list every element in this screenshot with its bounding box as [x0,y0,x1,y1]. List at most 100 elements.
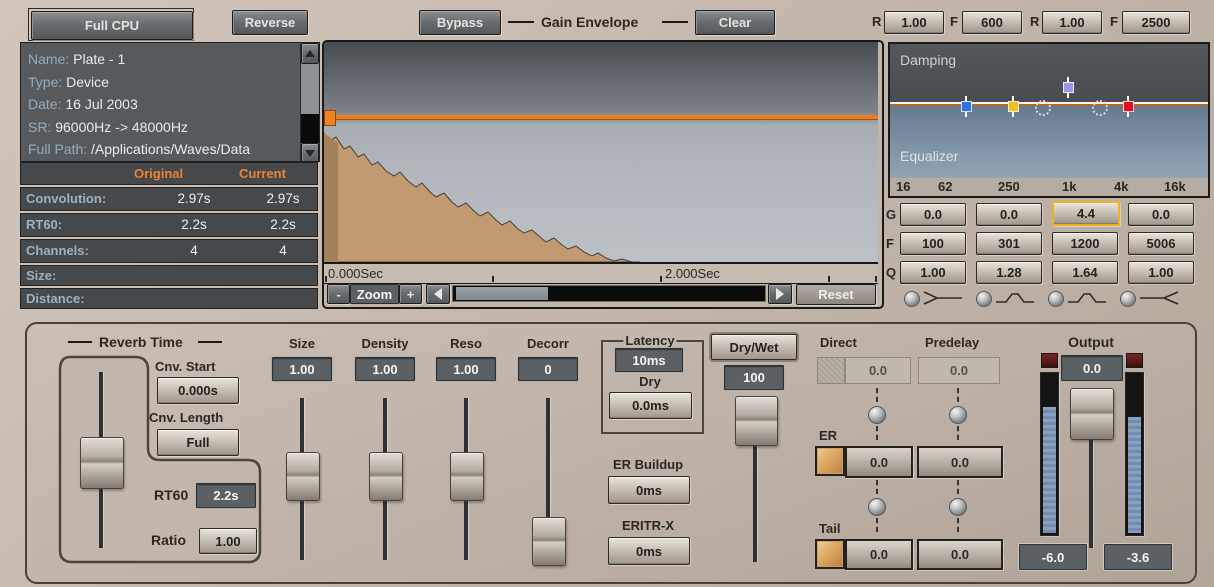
output-slider-handle[interactable] [1070,388,1114,440]
scroll-left-button[interactable] [426,284,450,304]
full-cpu-frame: Full CPU [28,8,194,41]
f2-field[interactable]: 2500 [1122,11,1190,34]
meter-left-readout[interactable]: -6.0 [1019,544,1087,570]
clip-led-left[interactable] [1041,353,1058,368]
dry-latency-button[interactable]: 0.0ms [609,392,692,419]
reset-button[interactable]: Reset [796,284,876,305]
dry-wet-slider-handle[interactable] [735,396,778,446]
waveform-scrollbar[interactable] [452,285,766,302]
eritrx-button[interactable]: 0ms [608,537,690,565]
eq-damping-marker[interactable] [1035,100,1051,116]
r-label-2: R [1030,14,1039,29]
eq-band-marker[interactable] [1123,101,1134,112]
band4-q[interactable]: 1.00 [1128,261,1194,284]
eq-band-marker[interactable] [1063,82,1074,93]
tail-predelay-field[interactable]: 0.0 [917,539,1003,570]
meter-right-readout[interactable]: -3.6 [1104,544,1172,570]
eq-band-marker[interactable] [1008,101,1019,112]
scroll-down-button[interactable] [301,143,319,162]
band2-type-button[interactable] [976,291,992,307]
band2-q[interactable]: 1.28 [976,261,1042,284]
direct-gain-field[interactable]: 0.0 [845,357,911,384]
tail-gain-field[interactable]: 0.0 [845,539,913,570]
er-tail-node[interactable] [868,498,886,516]
eq-damping-marker[interactable] [1092,100,1108,116]
decorr-slider-handle[interactable] [532,517,566,566]
ir-waveform [324,119,878,262]
decorr-display[interactable]: 0 [518,357,578,381]
q-row-label: Q [886,265,896,280]
predelay-er-node[interactable] [949,406,967,424]
envelope-handle[interactable] [324,110,336,126]
band3-gain-selected[interactable]: 4.4 [1052,201,1120,226]
direct-mute-checkbox[interactable] [817,357,845,384]
direct-er-node[interactable] [868,406,886,424]
reverse-button[interactable]: Reverse [232,10,308,35]
density-label: Density [362,336,409,351]
band4-type-button[interactable] [1120,291,1136,307]
gain-envelope-line[interactable] [324,115,878,119]
band2-gain[interactable]: 0.0 [976,203,1042,226]
cnv-length-button[interactable]: Full [157,429,239,456]
scroll-right-button[interactable] [768,284,792,304]
predelay-label: Predelay [925,335,979,350]
ratio-button[interactable]: 1.00 [199,528,257,554]
r1-field[interactable]: 1.00 [884,11,944,34]
info-row: Date: 16 Jul 2003 [28,93,297,116]
down-arrow-icon [305,150,315,157]
reso-display[interactable]: 1.00 [436,357,496,381]
predelay-tail-node[interactable] [949,498,967,516]
clip-led-right[interactable] [1126,353,1143,368]
density-slider-handle[interactable] [369,452,403,501]
size-display[interactable]: 1.00 [272,357,332,381]
band1-type-button[interactable] [904,291,920,307]
r2-field[interactable]: 1.00 [1042,11,1102,34]
band1-q[interactable]: 1.00 [900,261,966,284]
output-gain-display[interactable]: 0.0 [1061,355,1123,381]
latency-display[interactable]: 10ms [615,348,683,372]
ir-waveform-display[interactable] [324,42,878,262]
band2-freq[interactable]: 301 [976,232,1042,255]
scrollbar-track[interactable] [301,64,319,114]
er-gain-field[interactable]: 0.0 [845,446,913,478]
waveform-scrollbar-thumb[interactable] [456,287,548,300]
output-label: Output [1068,334,1114,350]
band3-type-button[interactable] [1048,291,1064,307]
zoom-in-button[interactable]: + [399,284,422,304]
reso-slider-handle[interactable] [450,452,484,501]
er-predelay-field[interactable]: 0.0 [917,446,1003,478]
connector [957,388,959,402]
cnv-start-button[interactable]: 0.000s [157,377,239,404]
info-row: SR: 96000Hz -> 48000Hz [28,116,297,139]
size-slider-handle[interactable] [286,452,320,501]
zoom-out-button[interactable]: - [327,284,350,304]
f1-field[interactable]: 600 [962,11,1022,34]
band3-q[interactable]: 1.64 [1052,261,1118,284]
info-row: Full Path: /Applications/Waves/Data [28,138,297,161]
band4-freq[interactable]: 5006 [1128,232,1194,255]
band1-gain[interactable]: 0.0 [900,203,966,226]
info-scrollbar[interactable] [300,43,319,161]
clear-button[interactable]: Clear [695,10,775,35]
direct-predelay-field[interactable]: 0.0 [918,357,1000,384]
scrollbar-dark-region[interactable] [301,114,319,143]
rt60-display[interactable]: 2.2s [196,483,256,508]
reverb-time-slider-handle[interactable] [80,437,124,489]
full-cpu-button[interactable]: Full CPU [31,11,193,40]
divider [508,21,534,23]
dry-wet-button[interactable]: Dry/Wet [711,334,797,360]
density-display[interactable]: 1.00 [355,357,415,381]
eq-graph[interactable]: Damping Equalizer [888,42,1210,182]
divider [198,341,222,343]
band4-gain[interactable]: 0.0 [1128,203,1194,226]
band1-freq[interactable]: 100 [900,232,966,255]
er-buildup-button[interactable]: 0ms [608,476,690,504]
eq-band-marker[interactable] [961,101,972,112]
er-enable-checkbox[interactable] [815,446,845,476]
freq-tick-label: 4k [1114,179,1128,194]
band3-freq[interactable]: 1200 [1052,232,1118,255]
scroll-up-button[interactable] [301,43,319,64]
tail-enable-checkbox[interactable] [815,539,845,569]
bypass-button[interactable]: Bypass [419,10,501,35]
dry-wet-display[interactable]: 100 [724,365,784,390]
